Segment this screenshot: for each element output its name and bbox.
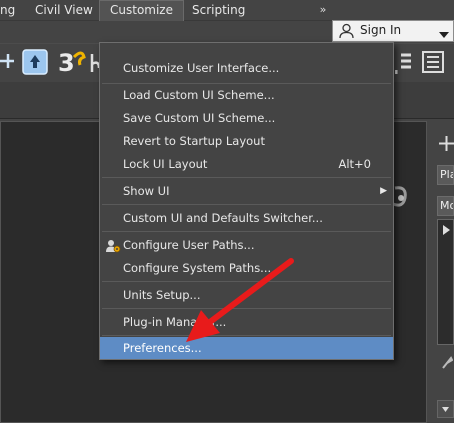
menu-civil-view[interactable]: Civil View xyxy=(35,0,93,20)
menu-separator xyxy=(102,308,391,309)
menu-item-label: Configure System Paths... xyxy=(123,261,272,275)
menu-item-configure-system-paths[interactable]: Configure System Paths... xyxy=(100,257,393,279)
svg-text:3: 3 xyxy=(58,49,75,77)
customize-menu: Customize User Interface... Load Custom … xyxy=(99,42,394,360)
command-panel-field-2[interactable]: Mo xyxy=(437,196,454,216)
menu-rendering-partial[interactable]: ng xyxy=(0,0,15,20)
menu-item-configure-user-paths[interactable]: Configure User Paths... xyxy=(100,234,393,256)
menu-item-preferences[interactable]: Preferences... xyxy=(100,337,393,359)
menu-item-show-ui[interactable]: Show UI ▶ xyxy=(100,180,393,202)
pin-icon[interactable] xyxy=(441,356,454,373)
list-icon[interactable] xyxy=(422,51,444,76)
menu-item-revert-to-startup-layout[interactable]: Revert to Startup Layout xyxy=(100,130,393,152)
menu-scripting[interactable]: Scripting xyxy=(192,0,245,20)
plus-icon[interactable] xyxy=(439,136,454,154)
menubar-overflow-button[interactable]: » xyxy=(316,0,330,20)
menu-item-label: Show UI xyxy=(123,184,170,198)
menu-item-label: Load Custom UI Scheme... xyxy=(123,88,275,102)
menu-item-custom-ui-defaults-switcher[interactable]: Custom UI and Defaults Switcher... xyxy=(100,207,393,229)
menu-bar: ng Civil View Customize Scripting » xyxy=(0,0,454,21)
menu-item-units-setup[interactable]: Units Setup... xyxy=(100,284,393,306)
menu-item-label: Save Custom UI Scheme... xyxy=(123,111,276,125)
menu-item-label: Configure User Paths... xyxy=(123,238,255,252)
menu-item-label: Customize User Interface... xyxy=(123,61,280,75)
sign-in-label: Sign In xyxy=(360,23,402,37)
sign-in-dropdown[interactable]: Sign In xyxy=(332,20,454,42)
menu-item-shortcut: Alt+0 xyxy=(338,157,371,171)
menu-item-label: Preferences... xyxy=(123,341,202,355)
scroll-down-button[interactable] xyxy=(437,400,454,418)
align-icon[interactable] xyxy=(394,52,413,77)
menu-item-label: Custom UI and Defaults Switcher... xyxy=(123,211,323,225)
move-icon[interactable] xyxy=(0,50,16,75)
menu-item-label: Units Setup... xyxy=(123,288,201,302)
command-panel-field-1[interactable]: Pla xyxy=(437,165,454,185)
menu-customize[interactable]: Customize xyxy=(99,0,184,21)
menu-separator xyxy=(102,335,391,336)
snap-toggle-icon[interactable]: 3 xyxy=(58,47,86,80)
menu-item-save-custom-ui-scheme[interactable]: Save Custom UI Scheme... xyxy=(100,107,393,129)
menu-item-plugin-manager[interactable]: Plug-in Manager... xyxy=(100,311,393,333)
menu-item-label: Revert to Startup Layout xyxy=(123,134,265,148)
triangle-right-icon xyxy=(443,224,450,238)
select-icon[interactable] xyxy=(22,49,48,78)
menu-item-load-custom-ui-scheme[interactable]: Load Custom UI Scheme... xyxy=(100,84,393,106)
submenu-arrow-icon: ▶ xyxy=(380,186,387,196)
menu-separator xyxy=(102,177,391,178)
modifier-list[interactable] xyxy=(437,219,454,345)
menu-item-label: Lock UI Layout xyxy=(123,157,208,171)
menu-item-label: Plug-in Manager... xyxy=(123,315,227,329)
chevron-down-icon xyxy=(439,28,449,42)
menu-separator xyxy=(102,204,391,205)
menu-item-lock-ui-layout[interactable]: Lock UI Layout Alt+0 xyxy=(100,153,393,175)
menu-separator xyxy=(102,281,391,282)
menu-separator xyxy=(102,231,391,232)
menu-item-customize-user-interface[interactable]: Customize User Interface... xyxy=(100,57,393,79)
user-icon xyxy=(339,23,354,42)
